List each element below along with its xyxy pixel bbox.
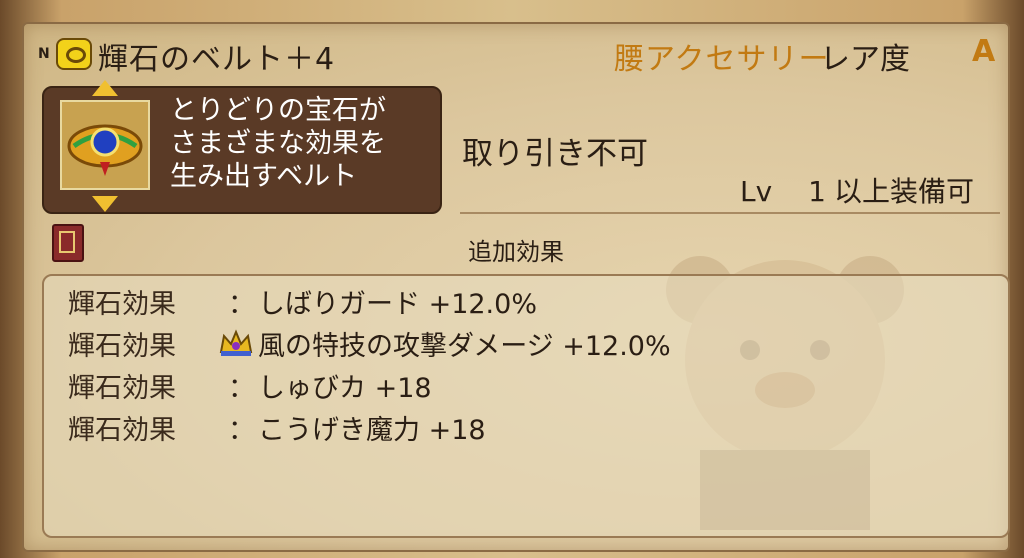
effect-text: しゅびカ +18 — [258, 373, 432, 404]
divider — [460, 212, 1000, 214]
scroll-down-arrow-icon[interactable] — [92, 196, 118, 212]
effect-separator: ： — [228, 373, 255, 404]
trade-status: 取り引き不可 — [462, 136, 648, 172]
effect-row: 輝石効果 ： しゅびカ +18 — [68, 366, 868, 408]
rarity-label: レア度 — [820, 42, 910, 77]
item-description: とりどりの宝石が さまざまな効果を 生み出すベルト — [170, 95, 386, 192]
rarity-value: A — [972, 34, 996, 69]
belt-artwork-icon — [67, 124, 143, 176]
book-icon[interactable] — [52, 224, 84, 262]
belt-icon — [56, 38, 92, 70]
level-label: Lv — [740, 175, 773, 208]
effect-separator: ： — [228, 415, 255, 446]
effect-label: 輝石効果 — [68, 373, 176, 404]
effect-label: 輝石効果 — [68, 331, 176, 362]
effect-row: 輝石効果 ： こうげき魔力 +18 — [68, 408, 868, 450]
belt-image — [60, 100, 150, 190]
level-suffix: 以上装備可 — [834, 175, 975, 208]
effect-separator: ： — [228, 289, 255, 320]
crown-icon — [219, 329, 253, 356]
rank-badge: N — [38, 46, 50, 62]
effect-label: 輝石効果 — [68, 415, 176, 446]
equip-level: Lv 1 以上装備可 — [740, 170, 974, 210]
scroll-up-arrow-icon[interactable] — [92, 80, 118, 96]
effect-text: 風の特技の攻撃ダメージ +12.0% — [258, 331, 671, 362]
effect-text: こうげき魔力 +18 — [258, 415, 486, 446]
effect-text: しばりガード +12.0% — [258, 289, 537, 320]
effect-label: 輝石効果 — [68, 289, 176, 320]
item-name: 輝石のベルト＋4 — [98, 42, 336, 77]
effect-row: 輝石効果 ： しばりガード +12.0% — [68, 282, 868, 324]
item-category: 腰アクセサリー — [614, 42, 830, 77]
level-value: 1 — [808, 175, 826, 208]
bonus-heading: 追加効果 — [468, 238, 564, 266]
effect-row: 輝石効果 風の特技の攻撃ダメージ +12.0% — [68, 324, 868, 366]
effects-list: 輝石効果 ： しばりガード +12.0% 輝石効果 風の特技の攻撃ダメージ +1… — [68, 282, 868, 450]
